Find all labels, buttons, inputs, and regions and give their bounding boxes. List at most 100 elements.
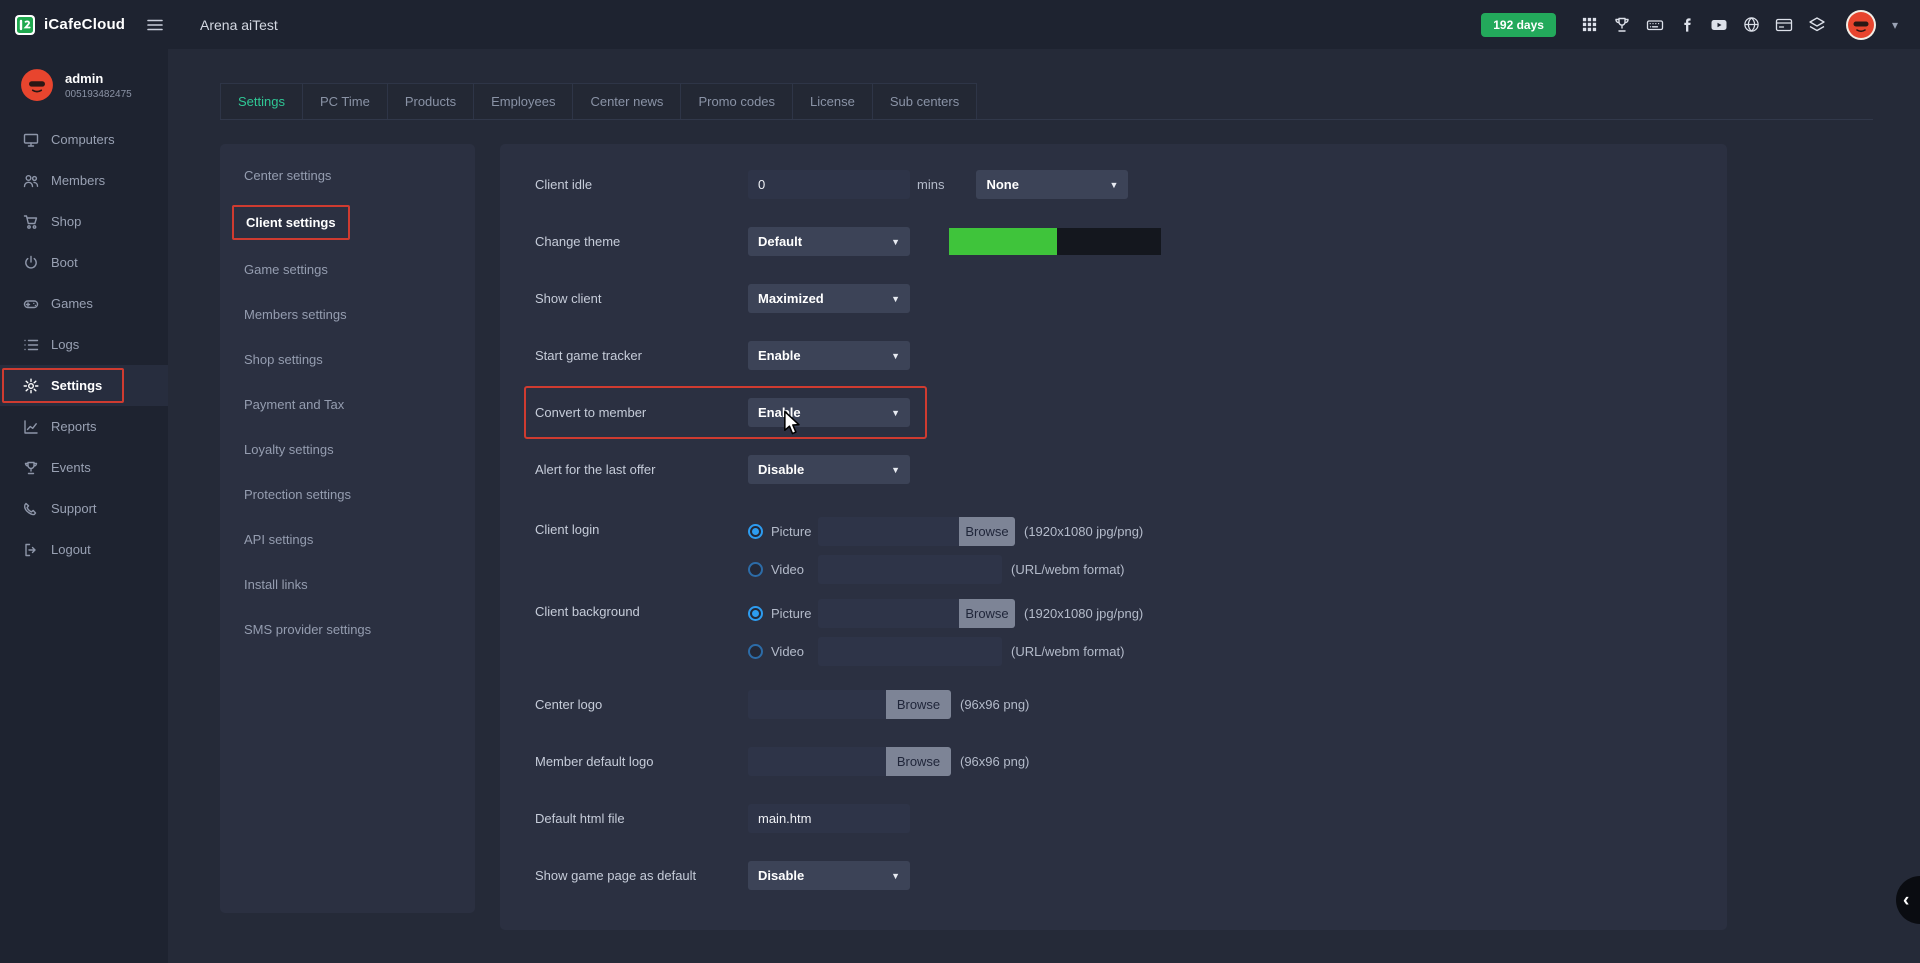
user-name: admin	[65, 71, 132, 86]
nav-loyalty-settings[interactable]: Loyalty settings	[220, 427, 475, 472]
sidebar-item-boot[interactable]: Boot	[0, 242, 168, 283]
client-background-picture-radio[interactable]	[748, 606, 763, 621]
client-background-video-radio[interactable]	[748, 644, 763, 659]
sidebar-item-label: Settings	[51, 378, 102, 393]
nav-client-settings[interactable]: Client settings	[220, 198, 475, 247]
sidebar-item-logs[interactable]: Logs	[0, 324, 168, 365]
youtube-icon[interactable]	[1710, 16, 1728, 34]
sidebar-item-reports[interactable]: Reports	[0, 406, 168, 447]
client-login-picture-input[interactable]	[818, 517, 959, 546]
tab-sub-centers[interactable]: Sub centers	[873, 83, 977, 119]
format-hint: (URL/webm format)	[1011, 644, 1124, 659]
format-hint: (96x96 png)	[960, 754, 1029, 769]
show-game-page-select[interactable]: Disable▼	[748, 861, 910, 890]
grid-icon[interactable]	[1581, 16, 1598, 33]
tab-license[interactable]: License	[793, 83, 873, 119]
nav-shop-settings[interactable]: Shop settings	[220, 337, 475, 382]
field-label: Client idle	[535, 177, 748, 192]
tab-pc-time[interactable]: PC Time	[303, 83, 388, 119]
chevron-down-icon: ▼	[891, 237, 900, 247]
client-idle-input[interactable]	[748, 170, 910, 199]
globe-icon[interactable]	[1743, 16, 1760, 33]
nav-members-settings[interactable]: Members settings	[220, 292, 475, 337]
chevron-down-icon[interactable]: ▾	[1892, 18, 1898, 32]
nav-api-settings[interactable]: API settings	[220, 517, 475, 562]
nav-sms-provider-settings[interactable]: SMS provider settings	[220, 607, 475, 652]
trophy-icon	[23, 460, 39, 476]
field-label: Show client	[535, 291, 748, 306]
sidebar-item-label: Members	[51, 173, 105, 188]
chevron-down-icon: ▼	[891, 465, 900, 475]
sidebar-nav: Computers Members Shop Boot Games Logs S…	[0, 119, 168, 570]
tab-promo-codes[interactable]: Promo codes	[681, 83, 793, 119]
nav-game-settings[interactable]: Game settings	[220, 247, 475, 292]
logo[interactable]: iCafeCloud	[0, 14, 146, 36]
center-logo-input[interactable]	[748, 690, 886, 719]
client-idle-action-select[interactable]: None▼	[976, 170, 1128, 199]
user-id: 005193482475	[65, 89, 132, 100]
client-login-picture-browse-button[interactable]: Browse	[959, 517, 1015, 546]
sidebar-item-members[interactable]: Members	[0, 160, 168, 201]
logo-text: iCafeCloud	[44, 16, 125, 33]
sidebar-item-shop[interactable]: Shop	[0, 201, 168, 242]
tab-products[interactable]: Products	[388, 83, 474, 119]
row-convert-to-member: Convert to member Enable▼	[535, 384, 1727, 441]
power-icon	[23, 255, 39, 271]
chevron-down-icon: ▼	[891, 871, 900, 881]
card-icon[interactable]	[1775, 16, 1793, 34]
page-title: Arena aiTest	[200, 17, 278, 33]
license-days-badge[interactable]: 192 days	[1481, 13, 1556, 37]
member-default-logo-browse-button[interactable]: Browse	[886, 747, 951, 776]
center-logo-browse-button[interactable]: Browse	[886, 690, 951, 719]
trophy-icon[interactable]	[1613, 16, 1631, 34]
client-login-video-radio[interactable]	[748, 562, 763, 577]
chart-icon	[23, 419, 39, 435]
change-theme-select[interactable]: Default▼	[748, 227, 910, 256]
sidebar-item-computers[interactable]: Computers	[0, 119, 168, 160]
client-background-video-input[interactable]	[818, 637, 1002, 666]
phone-icon	[23, 501, 39, 517]
layers-icon[interactable]	[1808, 16, 1826, 34]
start-game-tracker-select[interactable]: Enable▼	[748, 341, 910, 370]
client-background-picture-browse-button[interactable]: Browse	[959, 599, 1015, 628]
people-icon	[23, 173, 39, 189]
field-label: Show game page as default	[535, 868, 748, 883]
keyboard-icon[interactable]	[1646, 16, 1664, 34]
row-show-client: Show client Maximized▼	[535, 270, 1727, 327]
default-html-file-input[interactable]	[748, 804, 910, 833]
format-hint: (1920x1080 jpg/png)	[1024, 606, 1143, 621]
tab-employees[interactable]: Employees	[474, 83, 573, 119]
field-label: Member default logo	[535, 754, 748, 769]
field-label: Start game tracker	[535, 348, 748, 363]
nav-install-links[interactable]: Install links	[220, 562, 475, 607]
member-default-logo-input[interactable]	[748, 747, 886, 776]
tab-settings[interactable]: Settings	[220, 83, 303, 119]
convert-to-member-select[interactable]: Enable▼	[748, 398, 910, 427]
client-login-picture-radio[interactable]	[748, 524, 763, 539]
field-label: Convert to member	[535, 405, 748, 420]
user-avatar[interactable]	[1845, 9, 1877, 41]
client-login-video-row: Video (URL/webm format)	[748, 550, 1143, 588]
client-login-video-input[interactable]	[818, 555, 1002, 584]
facebook-icon[interactable]	[1679, 17, 1695, 33]
show-client-select[interactable]: Maximized▼	[748, 284, 910, 313]
client-background-picture-input[interactable]	[818, 599, 959, 628]
nav-protection-settings[interactable]: Protection settings	[220, 472, 475, 517]
nav-center-settings[interactable]: Center settings	[220, 153, 475, 198]
tab-bar: Settings PC Time Products Employees Cent…	[220, 83, 1873, 120]
alert-last-offer-select[interactable]: Disable▼	[748, 455, 910, 484]
sidebar-item-label: Logout	[51, 542, 91, 557]
sidebar-item-games[interactable]: Games	[0, 283, 168, 324]
list-icon	[23, 337, 39, 353]
sidebar-item-settings[interactable]: Settings	[0, 365, 168, 406]
user-block[interactable]: admin 005193482475	[0, 49, 168, 119]
sidebar-item-support[interactable]: Support	[0, 488, 168, 529]
client-background-picture-row: Picture Browse (1920x1080 jpg/png)	[748, 594, 1143, 632]
nav-payment-and-tax[interactable]: Payment and Tax	[220, 382, 475, 427]
radio-label: Video	[771, 562, 818, 577]
row-client-background: Client background Picture Browse (1920x1…	[535, 594, 1727, 670]
tab-center-news[interactable]: Center news	[573, 83, 681, 119]
sidebar-item-events[interactable]: Events	[0, 447, 168, 488]
sidebar-item-logout[interactable]: Logout	[0, 529, 168, 570]
menu-toggle-icon[interactable]	[146, 16, 164, 34]
